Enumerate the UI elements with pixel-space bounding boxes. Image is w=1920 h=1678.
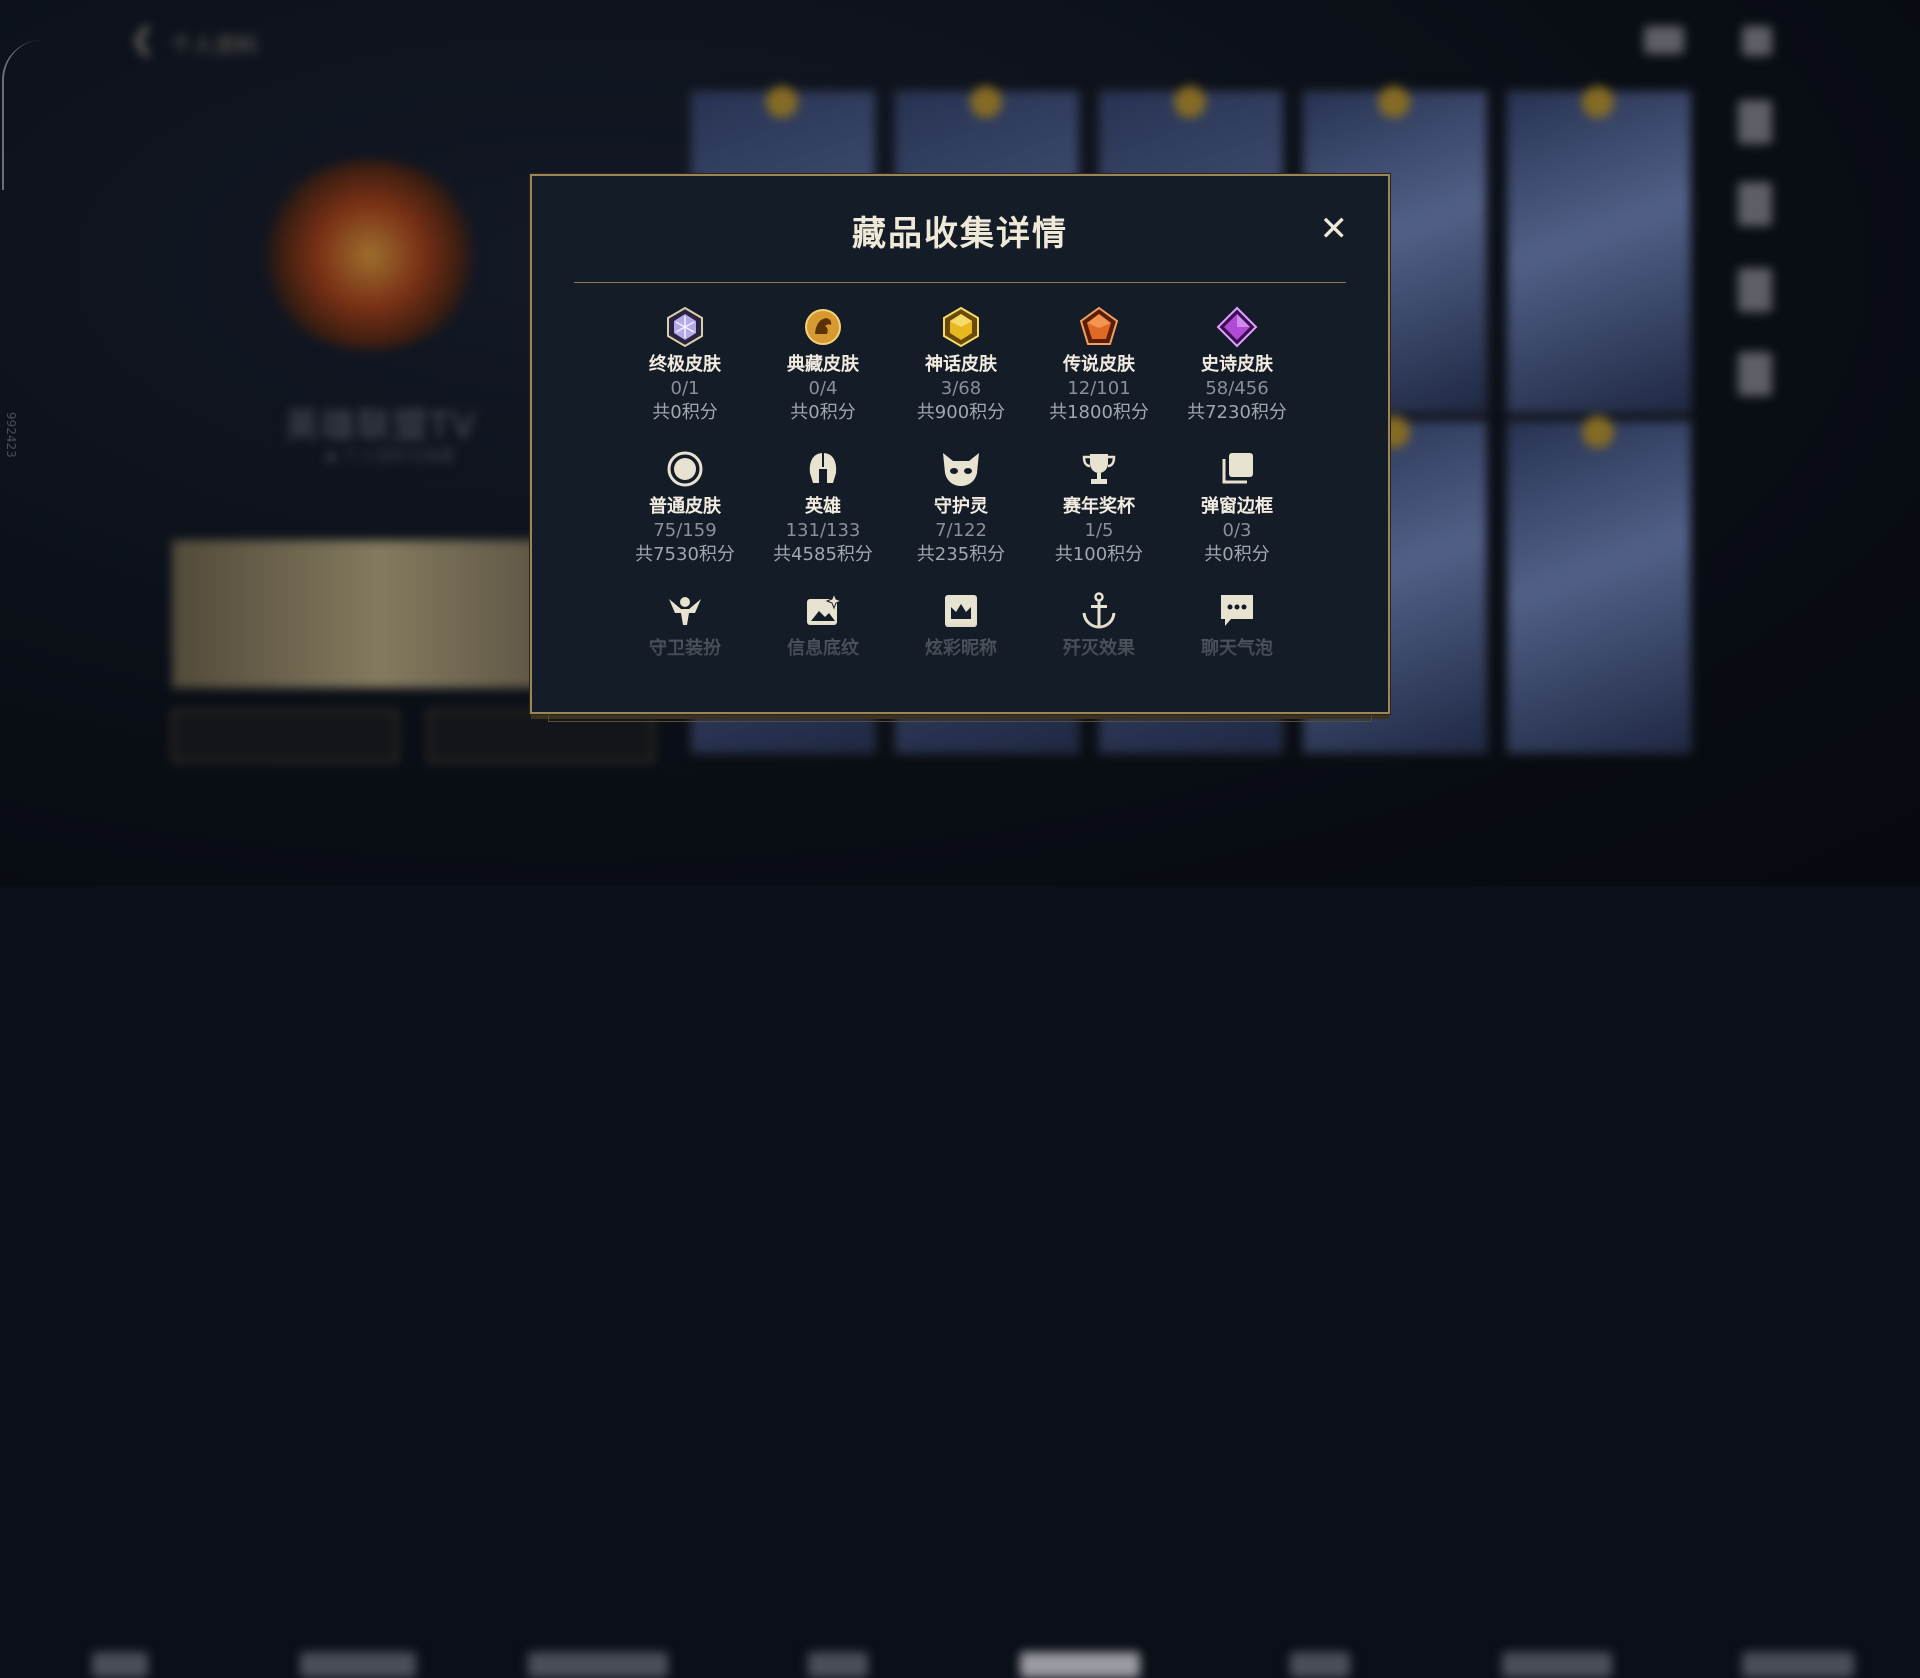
collection-item[interactable]: 英雄 131/133 共4585积分 (754, 446, 892, 566)
collection-item-count: 131/133 (785, 520, 861, 541)
collection-item-points: 共0积分 (652, 402, 718, 423)
collection-item-label: 普通皮肤 (649, 496, 721, 517)
bottom-nav-item[interactable] (92, 1652, 148, 1678)
modal-title: 藏品收集详情 (852, 214, 1068, 254)
bottom-nav-item[interactable] (1502, 1652, 1612, 1678)
chat-bubble-icon (1214, 588, 1260, 634)
collection-item-label: 歼灭效果 (1063, 638, 1135, 659)
collection-item[interactable]: 炫彩昵称 (892, 588, 1030, 660)
collection-item-label: 守卫装扮 (649, 638, 721, 659)
collection-item-points: 共7230积分 (1187, 402, 1287, 423)
collection-item-label: 炫彩昵称 (925, 638, 997, 659)
collection-item[interactable]: 神话皮肤 3/68 共900积分 (892, 304, 1030, 424)
collection-item[interactable]: 传说皮肤 12/101 共1800积分 (1030, 304, 1168, 424)
collection-item[interactable]: 典藏皮肤 0/4 共0积分 (754, 304, 892, 424)
bottom-nav-item-active[interactable] (1020, 1652, 1140, 1678)
collection-item[interactable]: 赛年奖杯 1/5 共100积分 (1030, 446, 1168, 566)
collection-item-points: 共7530积分 (635, 544, 735, 565)
exalted-skin-icon (800, 304, 846, 350)
mythic-skin-icon (938, 304, 984, 350)
spirit-companion-icon (938, 446, 984, 492)
collection-item-points: 共1800积分 (1049, 402, 1149, 423)
collection-item[interactable]: 弹窗边框 0/3 共0积分 (1168, 446, 1306, 566)
collection-item-count: 75/159 (653, 520, 717, 541)
legendary-skin-icon (1076, 304, 1122, 350)
champion-helmet-icon (800, 446, 846, 492)
collection-item-count: 7/122 (935, 520, 987, 541)
epic-skin-icon (1214, 304, 1260, 350)
collection-details-modal: 藏品收集详情 ✕ 终极皮肤 0/1 共0积分 典藏皮肤 0/4 共0积分 神话皮肤 3/68 共… (530, 174, 1390, 722)
collection-item[interactable]: 聊天气泡 (1168, 588, 1306, 660)
collection-item-points: 共4585积分 (773, 544, 873, 565)
bottom-nav-item[interactable] (300, 1652, 416, 1678)
edge-arc (2, 40, 44, 190)
collection-item[interactable]: 普通皮肤 75/159 共7530积分 (616, 446, 754, 566)
collection-item-label: 史诗皮肤 (1201, 354, 1273, 375)
trophy-icon (1076, 446, 1122, 492)
ward-skin-icon (662, 588, 708, 634)
collection-item-label: 传说皮肤 (1063, 354, 1135, 375)
standard-skin-icon (662, 446, 708, 492)
collection-item-count: 0/3 (1222, 520, 1252, 541)
collection-item-count: 0/4 (808, 378, 838, 399)
close-icon[interactable]: ✕ (1320, 212, 1349, 246)
collection-item[interactable]: 信息底纹 (754, 588, 892, 660)
collection-item-count: 3/68 (940, 378, 982, 399)
collection-item[interactable]: 终极皮肤 0/1 共0积分 (616, 304, 754, 424)
collection-item-points: 共100积分 (1054, 544, 1144, 565)
bottom-nav-item[interactable] (1290, 1652, 1350, 1678)
collection-item-label: 神话皮肤 (925, 354, 997, 375)
bottom-nav-item[interactable] (808, 1652, 868, 1678)
collection-item-points: 共900积分 (916, 402, 1006, 423)
popup-frame-icon (1214, 446, 1260, 492)
collection-item-points: 共0积分 (1204, 544, 1270, 565)
collection-item-label: 终极皮肤 (649, 354, 721, 375)
name-plate-icon (938, 588, 984, 634)
collection-item-label: 守护灵 (934, 496, 988, 517)
collection-item-count: 58/456 (1205, 378, 1269, 399)
collection-item[interactable]: 守护灵 7/122 共235积分 (892, 446, 1030, 566)
collection-item-label: 弹窗边框 (1201, 496, 1273, 517)
anchor-icon (1076, 588, 1122, 634)
collection-item-count: 1/5 (1084, 520, 1114, 541)
ultimate-skin-icon (662, 304, 708, 350)
collection-item-label: 赛年奖杯 (1063, 496, 1135, 517)
collection-item-points: 共0积分 (790, 402, 856, 423)
info-banner-icon (800, 588, 846, 634)
collection-item-points: 共235积分 (916, 544, 1006, 565)
collection-item-label: 典藏皮肤 (787, 354, 859, 375)
collection-item[interactable]: 守卫装扮 (616, 588, 754, 660)
collection-item-count: 12/101 (1067, 378, 1131, 399)
collection-item-label: 英雄 (805, 496, 841, 517)
collection-item-label: 聊天气泡 (1201, 638, 1273, 659)
bottom-nav-item[interactable] (528, 1652, 668, 1678)
edge-id-text: 992423 (4, 412, 18, 458)
collection-item-count: 0/1 (670, 378, 700, 399)
title-divider (574, 282, 1346, 283)
bottom-nav-item[interactable] (1742, 1652, 1854, 1678)
collection-item-label: 信息底纹 (787, 638, 859, 659)
collection-item[interactable]: 歼灭效果 (1030, 588, 1168, 660)
collection-item[interactable]: 史诗皮肤 58/456 共7230积分 (1168, 304, 1306, 424)
